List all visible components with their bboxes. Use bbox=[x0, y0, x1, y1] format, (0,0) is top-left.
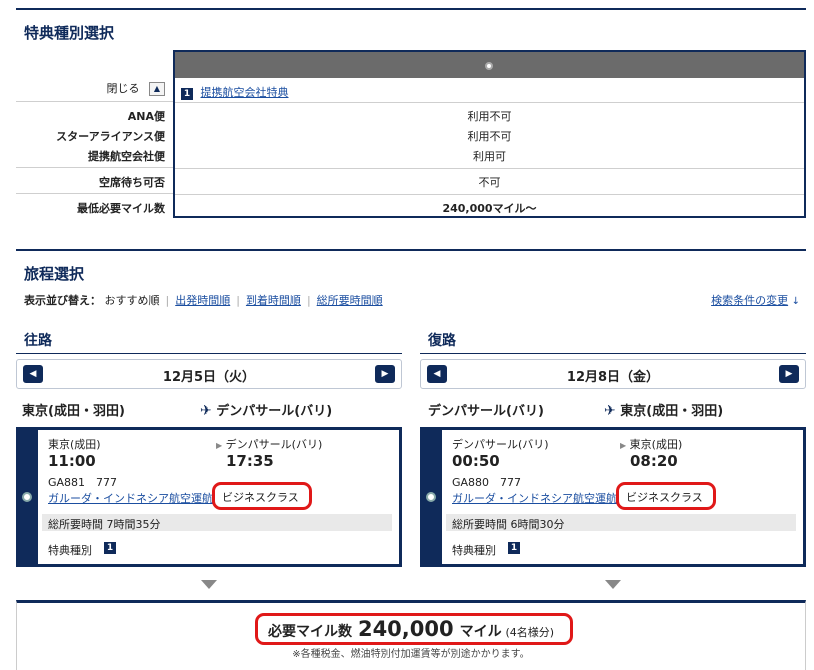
sort-by-departure[interactable]: 出発時間順 bbox=[175, 294, 230, 307]
row-label-waitlist: 空席待ち可否 bbox=[99, 176, 165, 189]
return-arr-wrap: ▶ 東京(成田) bbox=[620, 436, 682, 452]
highlight-oval bbox=[255, 613, 573, 645]
return-award-type-num: 1 bbox=[508, 542, 520, 554]
row-label-min-miles: 最低必要マイル数 bbox=[77, 202, 165, 215]
return-flight-card[interactable]: デンパサール(バリ) 00:50 ▶ 東京(成田) 08:20 GA880 77… bbox=[420, 427, 806, 567]
return-arr-place: 東京(成田) bbox=[629, 438, 683, 451]
total-miles-panel: 必要マイル数 240,000 マイル (4名様分) ※各種税金、燃油特別付加運賃等が… bbox=[16, 600, 806, 670]
outbound-flight-number: GA881 777 bbox=[48, 476, 118, 489]
outbound-award-type-label: 特典種別 bbox=[48, 544, 92, 557]
award-section-title: 特典種別選択 bbox=[24, 24, 115, 42]
row-value-partner: 利用可 bbox=[473, 150, 506, 163]
outbound-flight-card[interactable]: 東京(成田) 11:00 ▶ デンパサール(バリ) 17:35 GA881 77… bbox=[16, 427, 402, 567]
sort-current: おすすめ順 bbox=[104, 294, 160, 307]
outbound-award-type-num-wrap: 1 bbox=[104, 540, 116, 554]
return-award-type-label: 特典種別 bbox=[452, 544, 496, 557]
row-value-waitlist: 不可 bbox=[478, 176, 501, 189]
sort-by-arrival[interactable]: 到着時間順 bbox=[246, 294, 301, 307]
return-to-wrap: ✈ 東京(成田・羽田) bbox=[604, 400, 723, 419]
return-airline-link[interactable]: ガルーダ・インドネシア航空運航 bbox=[452, 490, 617, 506]
flight-type-labels: ANA便 スターアライアンス便 提携航空会社便 bbox=[16, 107, 173, 167]
return-down-arrow-icon bbox=[605, 580, 621, 589]
row-label-partner: 提携航空会社便 bbox=[88, 150, 165, 163]
return-arr-time: 08:20 bbox=[630, 452, 678, 470]
outbound-award-type-num: 1 bbox=[104, 542, 116, 554]
return-from: デンパサール(バリ) bbox=[428, 404, 544, 419]
sort-label: 表示並び替え： bbox=[24, 294, 101, 307]
outbound-from: 東京(成田・羽田) bbox=[22, 404, 125, 419]
close-label[interactable]: 閉じる bbox=[107, 82, 140, 95]
outbound-duration: 総所要時間 7時間35分 bbox=[42, 514, 392, 531]
outbound-down-arrow-icon bbox=[201, 580, 217, 589]
return-title: 復路 bbox=[428, 333, 456, 349]
outbound-arr-place: デンパサール(バリ) bbox=[225, 438, 323, 451]
close-control[interactable]: 閉じる ▲ bbox=[16, 80, 173, 96]
arrow-right-icon: ▶ bbox=[620, 441, 627, 450]
return-next-day-button[interactable]: ▶ bbox=[779, 365, 799, 383]
arrow-down-icon: ↓ bbox=[791, 296, 800, 307]
airplane-icon: ✈ bbox=[200, 403, 212, 419]
section-divider bbox=[16, 8, 806, 10]
outbound-radio-icon[interactable] bbox=[22, 492, 32, 502]
outbound-next-day-button[interactable]: ▶ bbox=[375, 365, 395, 383]
change-search-link[interactable]: 検索条件の変更 ↓ bbox=[711, 292, 800, 308]
row-value-ana: 利用不可 bbox=[467, 110, 512, 123]
award-option-link[interactable]: 提携航空会社特典 bbox=[201, 86, 289, 99]
return-dep-time: 00:50 bbox=[452, 452, 500, 470]
outbound-date-bar: ◀ 12月5日（火） ▶ bbox=[16, 359, 402, 389]
change-search-label[interactable]: 検索条件の変更 bbox=[711, 294, 788, 307]
outbound-dep-place: 東京(成田) bbox=[48, 438, 101, 451]
selected-dot-icon bbox=[485, 60, 493, 73]
row-value-star-alliance: 利用不可 bbox=[467, 130, 512, 143]
outbound-dep-time: 11:00 bbox=[48, 452, 96, 470]
itinerary-section-title: 旅程選択 bbox=[24, 265, 85, 283]
outbound-to: デンパサール(バリ) bbox=[216, 404, 333, 419]
outbound-to-wrap: ✈ デンパサール(バリ) bbox=[200, 400, 332, 419]
return-dep-place: デンパサール(バリ) bbox=[452, 438, 549, 451]
outbound-arr-wrap: ▶ デンパサール(バリ) bbox=[216, 436, 322, 452]
return-duration: 総所要時間 6時間30分 bbox=[446, 514, 796, 531]
row-label-ana: ANA便 bbox=[127, 110, 165, 123]
highlight-oval bbox=[212, 482, 312, 510]
arrow-right-icon: ▶ bbox=[216, 441, 223, 450]
flight-type-values: 利用不可 利用不可 利用可 bbox=[175, 107, 804, 167]
return-flight-number: GA880 777 bbox=[452, 476, 522, 489]
highlight-oval bbox=[616, 482, 716, 510]
section-divider bbox=[16, 249, 806, 251]
award-option-header[interactable] bbox=[175, 52, 804, 78]
return-date-bar: ◀ 12月8日（金） ▶ bbox=[420, 359, 806, 389]
collapse-up-icon[interactable]: ▲ bbox=[149, 82, 165, 96]
outbound-date: 12月5日（火） bbox=[162, 370, 256, 385]
return-radio-icon[interactable] bbox=[426, 492, 436, 502]
award-option-number: 1 bbox=[181, 88, 193, 100]
sort-by-duration[interactable]: 総所要時間順 bbox=[317, 294, 383, 307]
return-award-type-num-wrap: 1 bbox=[508, 540, 520, 554]
airplane-icon: ✈ bbox=[604, 403, 616, 419]
return-to: 東京(成田・羽田) bbox=[620, 404, 724, 419]
outbound-arr-time: 17:35 bbox=[226, 452, 274, 470]
row-label-star-alliance: スターアライアンス便 bbox=[56, 130, 165, 143]
tax-note: ※各種税金、燃油特別付加運賃等が別途かかります。 bbox=[292, 649, 530, 660]
sort-bar: 表示並び替え： おすすめ順 | 出発時間順 | 到着時間順 | 総所要時間順 bbox=[24, 294, 383, 307]
award-option-link-wrap[interactable]: 1 提携航空会社特典 bbox=[181, 84, 289, 100]
outbound-title: 往路 bbox=[24, 333, 52, 349]
outbound-airline-link[interactable]: ガルーダ・インドネシア航空運航 bbox=[48, 490, 213, 506]
return-date: 12月8日（金） bbox=[566, 370, 660, 385]
row-value-min-miles: 240,000マイル～ bbox=[442, 202, 537, 215]
